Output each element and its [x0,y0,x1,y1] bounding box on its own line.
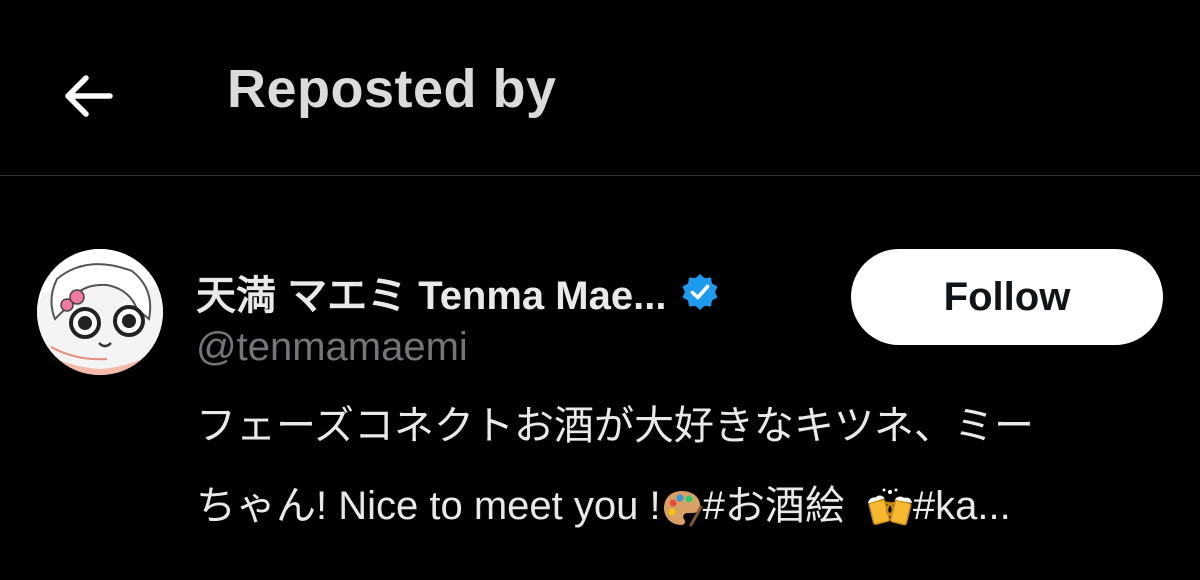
arrow-left-icon [65,75,113,117]
beer-mugs-icon [867,488,913,526]
bio-text-part2[interactable]: #お酒絵 [703,484,845,528]
bio-text-part3[interactable]: #ka... [913,484,1011,528]
back-button[interactable] [56,64,120,128]
follow-button[interactable]: Follow [851,249,1163,345]
display-name[interactable]: 天満 マエミ Tenma Mae... [196,263,666,321]
bio-text-part1: ちゃん! Nice to meet you ! [196,484,661,528]
user-cell[interactable]: 天満 マエミ Tenma Mae... @tenmamaemi Follow フ… [0,177,1200,580]
bio-line-2: ちゃん! Nice to meet you ! #お酒絵 #ka... [196,473,1011,531]
page-title: Reposted by [227,59,557,119]
user-handle[interactable]: @tenmamaemi [196,325,468,370]
avatar[interactable] [37,249,163,375]
artist-palette-icon [663,491,703,527]
display-name-row[interactable]: 天満 マエミ Tenma Mae... [196,263,720,321]
avatar-image [37,249,163,375]
verified-badge-icon [682,274,718,310]
bio-line-1: フェーズコネクトお酒が大好きなキツネ、ミー [196,404,1034,448]
header-bar: Reposted by [0,0,1200,176]
